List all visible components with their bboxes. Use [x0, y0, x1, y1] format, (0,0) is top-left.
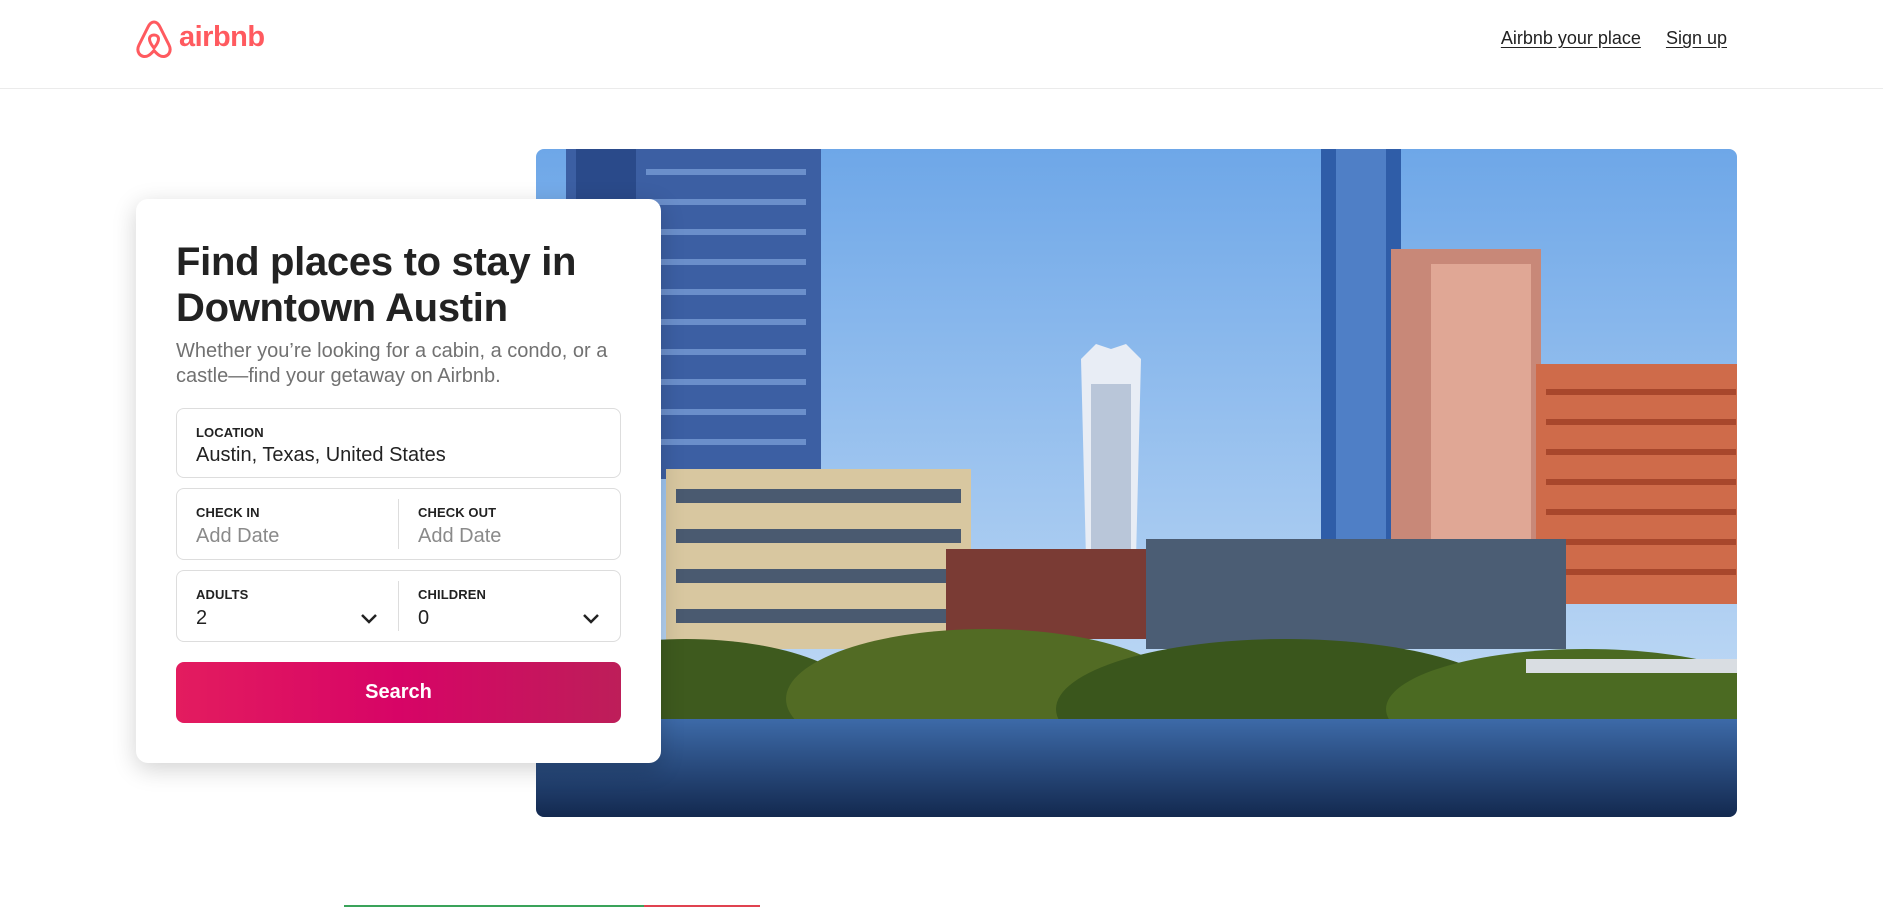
adults-label: ADULTS — [196, 587, 249, 602]
brand-wordmark: airbnb — [179, 20, 265, 53]
location-field[interactable]: LOCATION Austin, Texas, United States — [176, 408, 621, 478]
hero-title: Find places to stay in Downtown Austin — [176, 240, 577, 330]
top-header: airbnb Airbnb your place Sign up — [0, 0, 1883, 89]
dates-field: CHECK IN Add Date CHECK OUT Add Date — [176, 488, 621, 560]
dates-divider — [398, 499, 399, 549]
check-out-label: CHECK OUT — [418, 505, 497, 520]
airbnb-your-place-link[interactable]: Airbnb your place — [1501, 28, 1641, 49]
search-button[interactable]: Search — [176, 662, 621, 723]
adults-value[interactable]: 2 — [196, 607, 207, 630]
check-in-placeholder[interactable]: Add Date — [196, 525, 279, 548]
check-out-placeholder[interactable]: Add Date — [418, 525, 501, 548]
sign-up-link[interactable]: Sign up — [1666, 28, 1727, 49]
austin-skyline-image — [536, 149, 1737, 817]
guests-field: ADULTS 2 CHILDREN 0 — [176, 570, 621, 642]
hero-image — [536, 149, 1737, 817]
children-label: CHILDREN — [418, 587, 486, 602]
location-value[interactable]: Austin, Texas, United States — [196, 444, 446, 467]
children-value[interactable]: 0 — [418, 607, 429, 630]
airbnb-logo[interactable]: airbnb — [135, 18, 265, 60]
hero-subtitle: Whether you’re looking for a cabin, a co… — [176, 340, 608, 387]
chevron-down-icon[interactable] — [582, 613, 600, 625]
airbnb-belo-icon — [136, 20, 172, 59]
location-label: LOCATION — [196, 425, 264, 440]
guests-divider — [398, 581, 399, 631]
search-card: Find places to stay in Downtown Austin W… — [136, 199, 661, 763]
check-in-label: CHECK IN — [196, 505, 260, 520]
header-nav: Airbnb your place Sign up — [1501, 28, 1727, 49]
chevron-down-icon[interactable] — [360, 613, 378, 625]
